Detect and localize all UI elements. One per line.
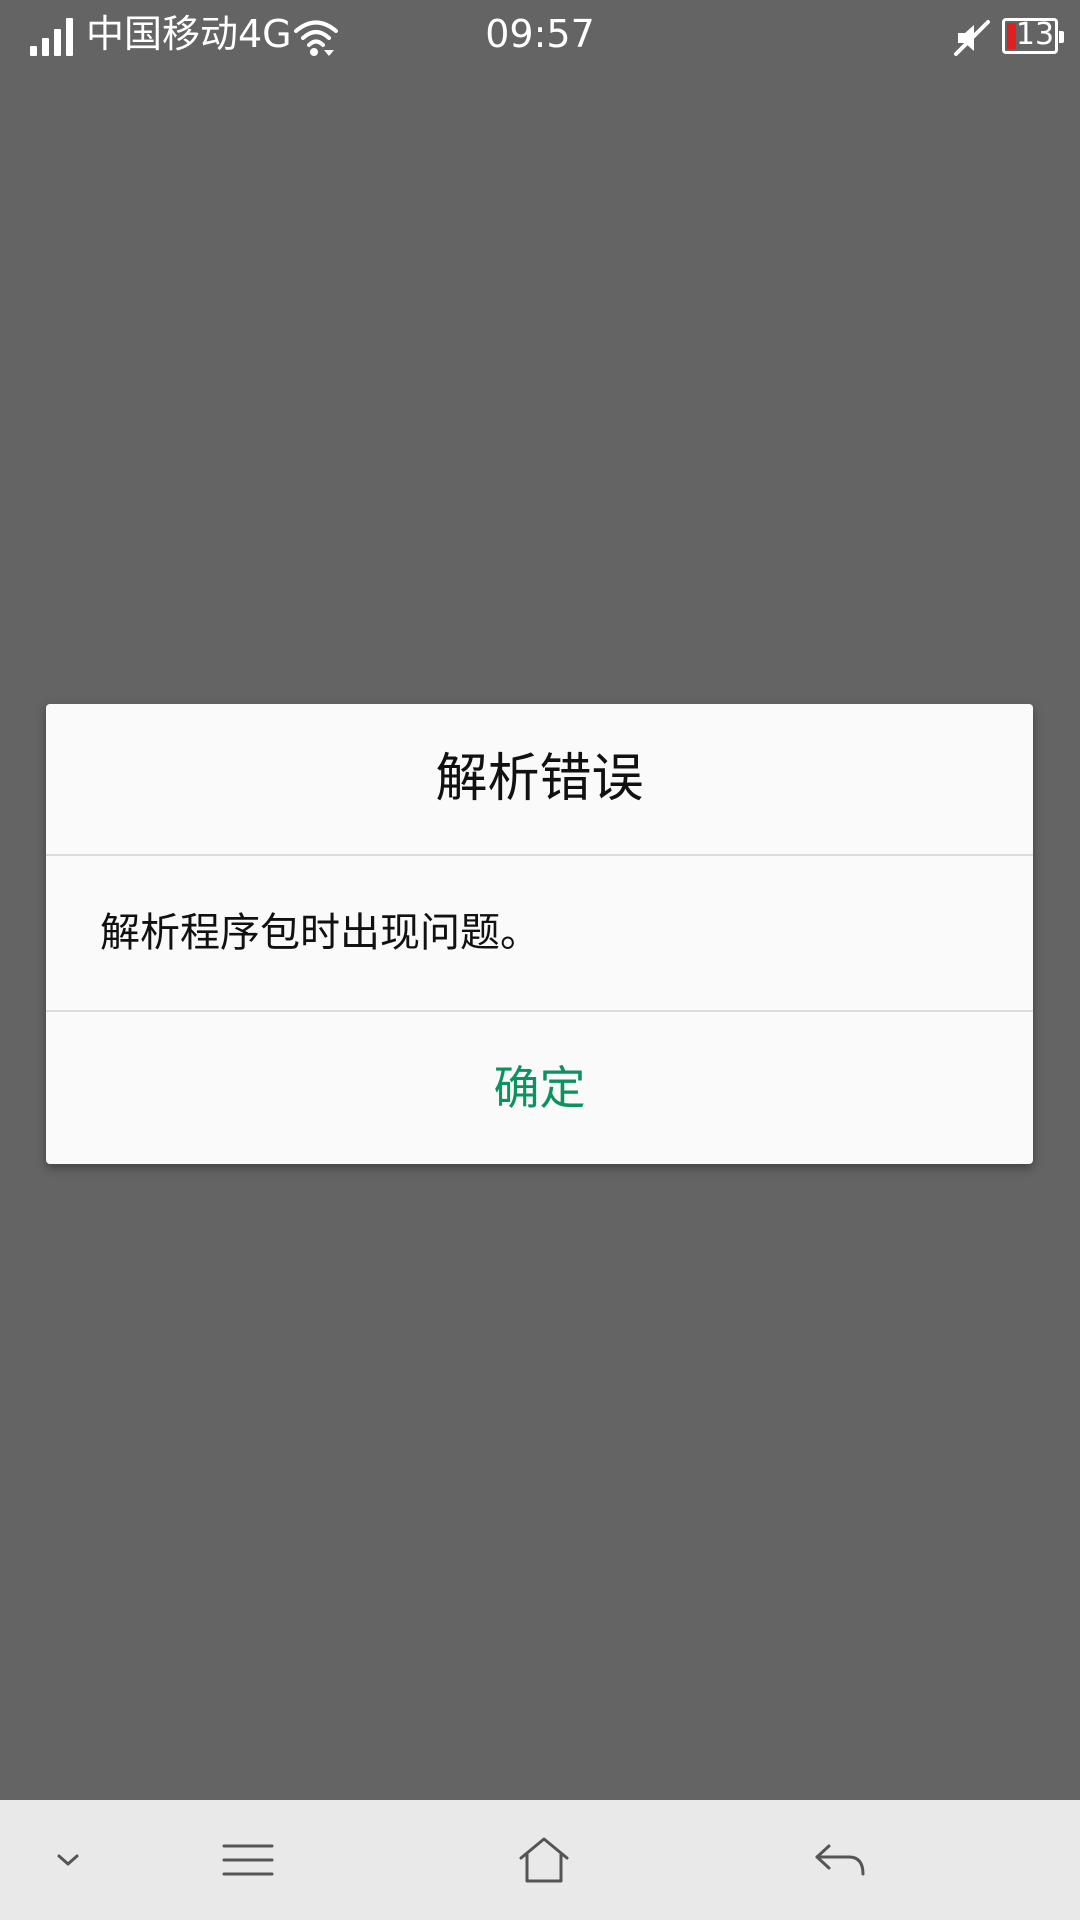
back-button[interactable] <box>792 1800 888 1920</box>
home-icon <box>519 1837 569 1883</box>
dialog-message: 解析程序包时出现问题。 <box>100 910 540 956</box>
battery-level: 13 <box>1015 17 1055 52</box>
menu-button[interactable] <box>200 1800 296 1920</box>
chevron-down-icon <box>57 1854 79 1866</box>
screen: 中国移动4G 09:57 13 解析错误 解析程序包时出现问题。 确定 <box>0 0 1080 1920</box>
battery-icon: 13 <box>1002 17 1064 54</box>
home-button[interactable] <box>496 1800 592 1920</box>
parse-error-dialog: 解析错误 解析程序包时出现问题。 确定 <box>46 704 1033 1164</box>
collapse-nav-button[interactable] <box>28 1800 108 1920</box>
confirm-button[interactable]: 确定 <box>46 1012 1033 1164</box>
status-bar: 中国移动4G 09:57 13 <box>0 0 1080 72</box>
menu-icon <box>222 1844 274 1876</box>
status-time: 09:57 <box>485 12 595 56</box>
mute-icon <box>954 20 990 56</box>
navigation-bar <box>0 1800 1080 1920</box>
back-icon <box>815 1844 865 1876</box>
dialog-title: 解析错误 <box>435 749 644 809</box>
